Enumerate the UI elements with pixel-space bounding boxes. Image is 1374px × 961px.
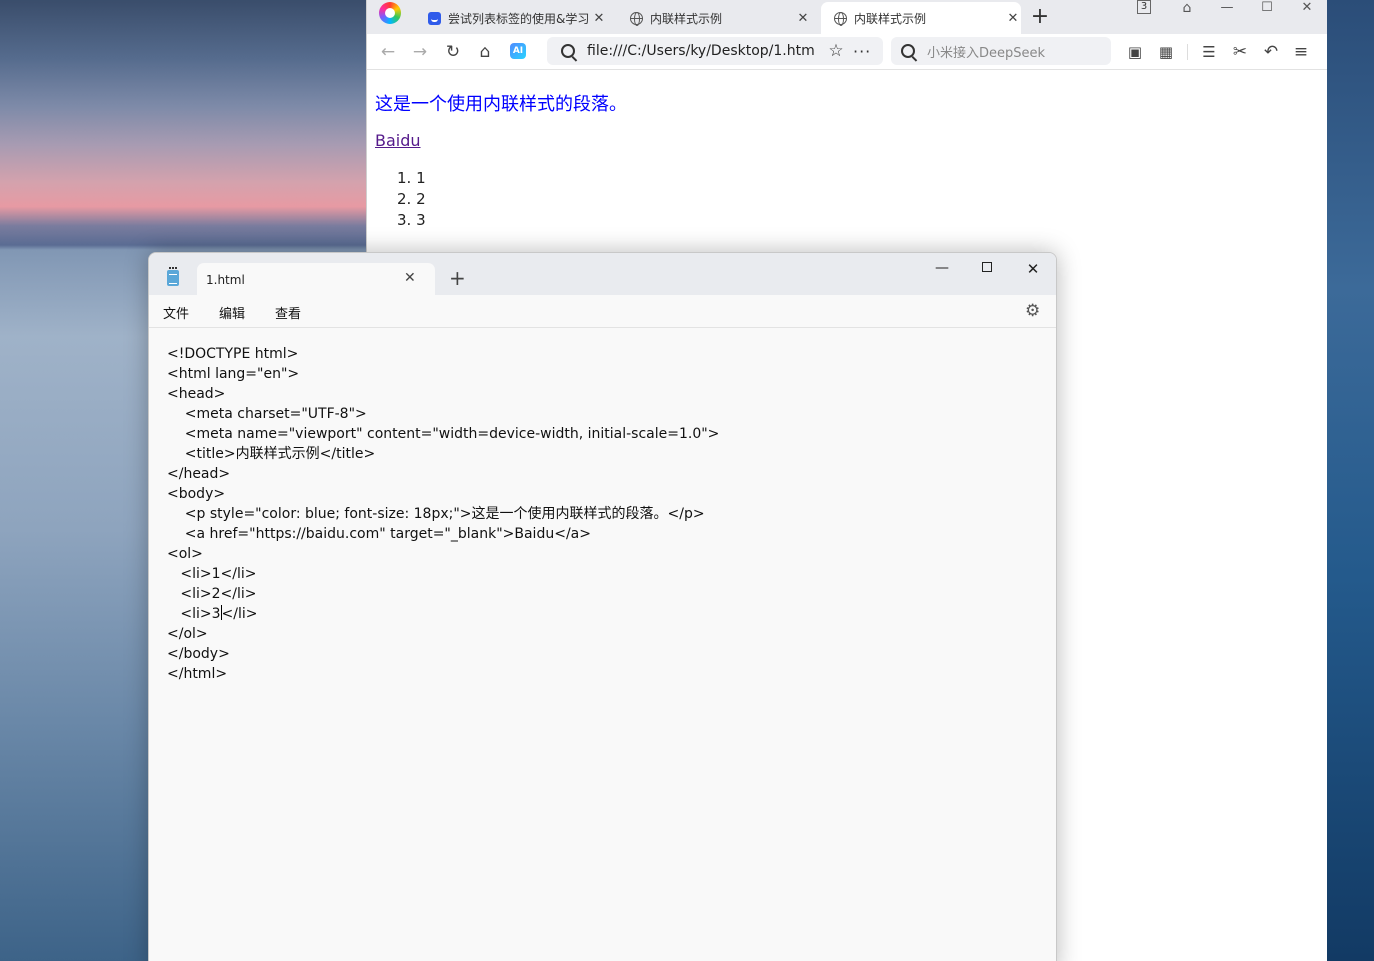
desktop-wallpaper-edge bbox=[1326, 0, 1374, 961]
close-window-button[interactable]: ✕ bbox=[1021, 260, 1045, 280]
inline-style-paragraph: 这是一个使用内联样式的段落。 bbox=[375, 94, 627, 115]
code-line: </body> bbox=[167, 646, 230, 662]
browser-tab-1[interactable]: 尝试列表标签的使用&学习 ✕ bbox=[427, 2, 607, 34]
code-line: <html lang="en"> bbox=[167, 366, 300, 382]
globe-icon bbox=[833, 11, 847, 26]
menu-view[interactable]: 查看 bbox=[275, 303, 301, 322]
close-tab-icon[interactable]: ✕ bbox=[1005, 11, 1021, 26]
more-dots-icon[interactable]: ··· bbox=[853, 42, 871, 61]
tab-count-badge[interactable]: 3 bbox=[1137, 0, 1151, 14]
menu-file[interactable]: 文件 bbox=[163, 303, 189, 322]
list-item: 3. 3 bbox=[397, 211, 426, 229]
notepad-menu-bar: 文件 编辑 查看 ⚙ bbox=[149, 295, 1056, 328]
maximize-button[interactable] bbox=[982, 262, 992, 272]
code-line: </ol> bbox=[167, 626, 208, 642]
code-line: </head> bbox=[167, 466, 231, 482]
search-icon bbox=[561, 44, 575, 58]
tab-title: 内联样式示例 bbox=[650, 11, 723, 26]
minimize-button[interactable]: — bbox=[1215, 0, 1239, 15]
browser-tab-bar: 尝试列表标签的使用&学习 ✕ 内联样式示例 ✕ 内联样式示例 ✕ + 3 ⌂ —… bbox=[367, 0, 1327, 34]
list-item: 1. 1 bbox=[397, 169, 426, 187]
list-item: 2. 2 bbox=[397, 190, 426, 208]
code-line: <body> bbox=[167, 486, 226, 502]
notepad-app-icon bbox=[167, 267, 179, 286]
address-bar[interactable]: file:///C:/Users/ky/Desktop/1.html ☆ ··· bbox=[547, 37, 883, 65]
ordered-list: 1. 1 2. 2 3. 3 bbox=[397, 168, 426, 231]
code-line: <!DOCTYPE html> bbox=[167, 346, 299, 362]
search-box[interactable]: 小米接入DeepSeek bbox=[891, 37, 1111, 65]
code-line: <ol> bbox=[167, 546, 203, 562]
pin-icon[interactable]: ⌂ bbox=[1175, 0, 1199, 16]
code-line-rest: </li> bbox=[221, 606, 258, 622]
browser-toolbar: ← → ↻ ⌂ AI file:///C:/Users/ky/Desktop/1… bbox=[367, 34, 1327, 70]
search-placeholder: 小米接入DeepSeek bbox=[927, 45, 1046, 61]
reload-icon[interactable]: ↻ bbox=[442, 41, 464, 63]
forward-arrow-icon[interactable]: → bbox=[409, 41, 431, 63]
code-line: <li>1</li> bbox=[167, 566, 257, 582]
ai-assistant-icon[interactable]: AI bbox=[510, 43, 526, 59]
browser-tab-2[interactable]: 内联样式示例 ✕ bbox=[629, 2, 811, 34]
globe-icon bbox=[629, 11, 643, 26]
scissors-icon[interactable]: ✂ bbox=[1229, 41, 1251, 63]
code-line-start: <li>3 bbox=[167, 606, 221, 622]
home-icon[interactable]: ⌂ bbox=[474, 41, 496, 63]
code-line: </html> bbox=[167, 666, 228, 682]
browser-tab-3-active[interactable]: 内联样式示例 ✕ bbox=[821, 2, 1021, 34]
text-editor[interactable]: <!DOCTYPE html> <html lang="en"> <head> … bbox=[149, 329, 1056, 961]
tab-title: 内联样式示例 bbox=[854, 11, 927, 26]
code-line: <title>内联样式示例</title> bbox=[167, 446, 376, 462]
notepad-title-bar: 1.html ✕ + — ✕ bbox=[149, 253, 1056, 295]
minimize-button[interactable]: — bbox=[930, 260, 954, 280]
code-line-with-caret: <li>3</li> bbox=[167, 604, 719, 624]
close-window-button[interactable]: ✕ bbox=[1295, 0, 1319, 15]
search-icon bbox=[901, 44, 915, 58]
close-tab-icon[interactable]: ✕ bbox=[795, 11, 811, 26]
code-line: <p style="color: blue; font-size: 18px;"… bbox=[167, 506, 705, 522]
tab-title: 尝试列表标签的使用&学习 bbox=[448, 11, 590, 26]
notepad-tab-name: 1.html bbox=[206, 273, 245, 287]
bookmark-star-icon[interactable]: ☆ bbox=[825, 41, 847, 61]
favorites-list-icon[interactable]: ☰ bbox=[1198, 41, 1220, 63]
apps-grid-icon[interactable]: ▦ bbox=[1155, 41, 1177, 63]
reader-mode-icon[interactable]: ▣ bbox=[1124, 41, 1146, 63]
close-tab-icon[interactable]: ✕ bbox=[404, 270, 416, 286]
code-line: <meta name="viewport" content="width=dev… bbox=[167, 426, 720, 442]
browser-logo-icon[interactable] bbox=[379, 2, 401, 24]
code-line: <head> bbox=[167, 386, 226, 402]
code-content: <!DOCTYPE html> <html lang="en"> <head> … bbox=[167, 344, 719, 684]
settings-gear-icon[interactable]: ⚙ bbox=[1025, 301, 1040, 321]
close-tab-icon[interactable]: ✕ bbox=[591, 11, 607, 26]
menu-edit[interactable]: 编辑 bbox=[219, 303, 245, 322]
code-line: <li>2</li> bbox=[167, 586, 257, 602]
notepad-window: 1.html ✕ + — ✕ 文件 编辑 查看 ⚙ <!DOCTYPE html… bbox=[148, 252, 1057, 961]
code-line: <a href="https://baidu.com" target="_bla… bbox=[167, 526, 591, 542]
notepad-tab[interactable]: 1.html ✕ bbox=[197, 263, 435, 295]
code-line: <meta charset="UTF-8"> bbox=[167, 406, 367, 422]
back-arrow-icon[interactable]: ← bbox=[377, 41, 399, 63]
toolbar-divider bbox=[1187, 44, 1188, 60]
menu-icon[interactable]: ≡ bbox=[1290, 41, 1312, 63]
undo-icon[interactable]: ↶ bbox=[1260, 41, 1282, 63]
maximize-button[interactable]: ☐ bbox=[1255, 0, 1279, 15]
address-url[interactable]: file:///C:/Users/ky/Desktop/1.html bbox=[587, 43, 815, 59]
new-tab-button[interactable]: + bbox=[449, 267, 466, 289]
new-tab-button[interactable]: + bbox=[1029, 4, 1051, 30]
baidu-link[interactable]: Baidu bbox=[375, 131, 421, 150]
blue-app-icon bbox=[427, 11, 441, 25]
